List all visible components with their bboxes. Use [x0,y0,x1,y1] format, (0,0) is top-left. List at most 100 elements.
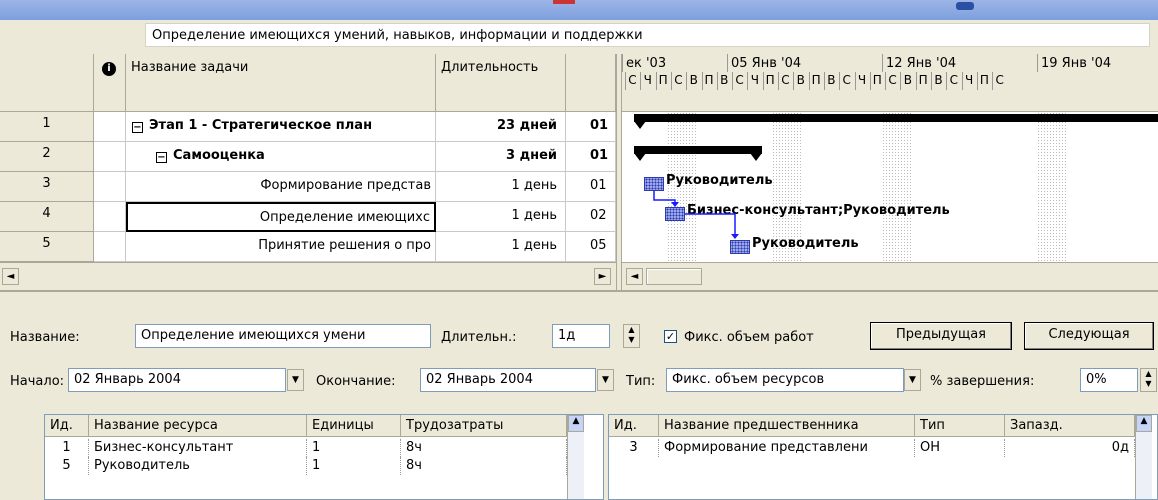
resources-table: Ид. Название ресурса Единицы Трудозатраты 1 Б… [44,414,604,500]
entry-bar: Определение имеющихся умений, навыков, и… [0,20,1158,54]
start-date-input[interactable]: 02 Январь 2004 [68,368,286,392]
collapse-icon[interactable]: − [156,152,167,163]
indicator-cell[interactable] [94,172,126,202]
row-number[interactable]: 5 [0,232,94,262]
task-name-text: Этап 1 - Стратегическое план [149,118,373,133]
percent-complete-label: % завершения: [930,374,1035,389]
duration-input[interactable]: 1д [552,324,610,348]
row-number[interactable]: 2 [0,142,94,172]
task-name-text: Формирование представ [260,178,431,193]
resource-column-header[interactable]: Трудозатраты [401,415,567,437]
scroll-up-icon[interactable]: ▲ [568,415,584,432]
indicator-cell[interactable] [94,142,126,172]
previous-button[interactable]: Предыдущая [870,322,1012,350]
dependency-arrow [671,202,679,207]
start-label: Начало: [10,374,65,389]
toolbar-fragment [956,2,974,10]
duration-cell[interactable]: 1 день [436,202,566,232]
duration-cell[interactable]: 23 дней [436,112,566,142]
fixed-work-checkbox[interactable]: ✓ [664,330,677,343]
task-name-cell[interactable]: − Самооценка [126,142,436,172]
chart-scroll-left-button[interactable]: ◄ [626,268,643,285]
type-select[interactable]: Фикс. объем ресурсов [666,368,904,392]
resource-cell[interactable]: 8ч [401,457,567,475]
predecessor-cell[interactable]: ОН [915,439,1005,457]
row-number[interactable]: 3 [0,172,94,202]
name-input[interactable]: Определение имеющихся умени [135,324,431,348]
info-icon: i [102,62,116,76]
name-label: Название: [10,330,80,345]
task-name-text: Принятие решения о про [258,238,431,253]
predecessor-column-header[interactable]: Тип [915,415,1005,437]
indicator-cell[interactable] [94,202,126,232]
row-number[interactable]: 4 [0,202,94,232]
start-cell[interactable]: 05 [566,232,616,262]
dependency-line [685,213,736,236]
task-name-text: Определение имеющихс [259,210,430,225]
resource-cell[interactable]: Руководитель [89,457,307,475]
predecessor-cell[interactable]: 3 [609,439,659,457]
start-cell[interactable]: 01 [566,112,616,142]
duration-cell[interactable]: 1 день [436,232,566,262]
percent-complete-input[interactable]: 0% [1080,368,1138,392]
resource-column-header[interactable]: Ид. [45,415,89,437]
task-name-column-header[interactable]: Название задачи [126,54,436,112]
resource-cell[interactable]: 1 [45,439,89,457]
task-form: Название: Определение имеющихся умени Дл… [0,290,1158,500]
finish-date-dropdown[interactable]: ▼ [597,369,614,391]
indicator-cell[interactable] [94,232,126,262]
indicators-column-header[interactable]: i [94,54,126,112]
chart-hscroll[interactable]: ◄ [622,262,1158,290]
fixed-work-label: Фикс. объем работ [684,330,814,345]
resource-cell[interactable]: 1 [307,457,401,475]
dependency-arrow [731,234,739,239]
predecessor-cell[interactable]: 0д [1005,439,1135,457]
duration-spinner[interactable]: ▲ ▼ [623,324,640,348]
window-top-bar [0,0,1158,20]
finish-date-input[interactable]: 02 Январь 2004 [420,368,596,392]
scroll-up-icon[interactable]: ▲ [1136,415,1152,432]
resource-cell[interactable]: 5 [45,457,89,475]
task-name-cell[interactable]: Принятие решения о про [126,232,436,262]
collapse-icon[interactable]: − [132,122,143,133]
toolbar-fragment [553,0,575,4]
start-column-header[interactable] [566,54,616,112]
percent-complete-spinner[interactable]: ▲ ▼ [1140,368,1157,392]
duration-cell[interactable]: 1 день [436,172,566,202]
row-number[interactable]: 1 [0,112,94,142]
next-button[interactable]: Следующая [1024,322,1154,350]
duration-label: Длительн.: [441,330,517,345]
resources-vscroll[interactable]: ▲ [567,415,584,499]
resource-column-header[interactable]: Единицы [307,415,401,437]
scroll-left-button[interactable]: ◄ [2,268,19,285]
resource-cell[interactable]: 8ч [401,439,567,457]
start-cell[interactable]: 01 [566,172,616,202]
predecessor-column-header[interactable]: Название предшественника [659,415,915,437]
duration-cell[interactable]: 3 дней [436,142,566,172]
task-name-text: Самооценка [173,148,265,163]
entry-field[interactable]: Определение имеющихся умений, навыков, и… [145,23,1150,47]
gantt-chart: Руководитель Бизнес-консультант;Руководит… [622,54,1158,290]
predecessor-cell[interactable]: Формирование представлени [659,439,915,457]
resource-cell[interactable]: 1 [307,439,401,457]
predecessor-column-header[interactable]: Запазд. [1005,415,1135,437]
type-dropdown[interactable]: ▼ [904,369,921,391]
duration-column-header[interactable]: Длительность [436,54,566,112]
scroll-right-button[interactable]: ► [594,268,611,285]
resource-column-header[interactable]: Название ресурса [89,415,307,437]
task-name-cell[interactable]: Определение имеющихс [126,202,436,232]
task-name-cell[interactable]: − Этап 1 - Стратегическое план [126,112,436,142]
indicator-cell[interactable] [94,112,126,142]
predecessor-column-header[interactable]: Ид. [609,415,659,437]
task-name-cell[interactable]: Формирование представ [126,172,436,202]
table-hscroll[interactable]: ◄ ► [0,262,616,290]
start-date-dropdown[interactable]: ▼ [287,369,304,391]
predecessors-table: Ид. Название предшественника Тип Запазд. 3 Фо… [608,414,1158,500]
row-header-corner[interactable] [0,54,94,112]
chart-scroll-thumb[interactable] [646,268,702,285]
resource-cell[interactable]: Бизнес-консультант [89,439,307,457]
start-cell[interactable]: 02 [566,202,616,232]
gantt-view: i Название задачи Длительность 1− Этап 1 … [0,54,1158,290]
start-cell[interactable]: 01 [566,142,616,172]
predecessors-vscroll[interactable]: ▲ [1135,415,1152,499]
